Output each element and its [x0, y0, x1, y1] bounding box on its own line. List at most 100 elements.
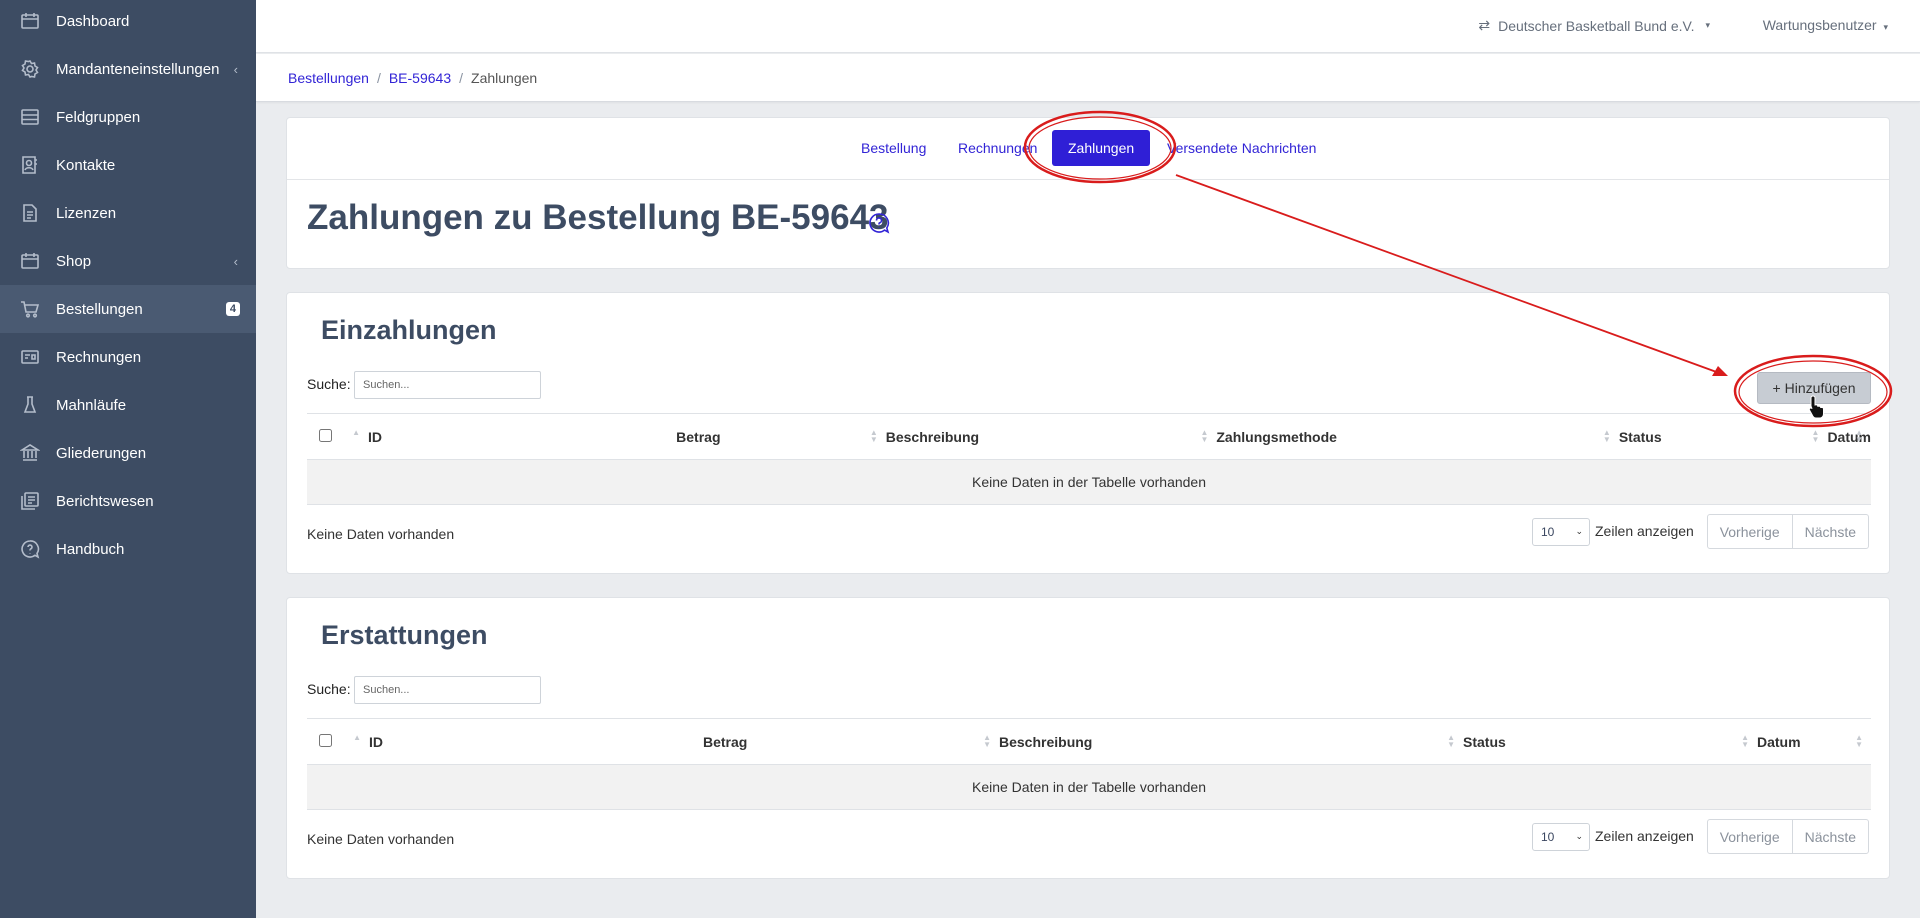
page-length-value: 10 [1541, 830, 1555, 844]
sidebar-item-feldgruppen[interactable]: Feldgruppen [0, 93, 256, 141]
sort-icon: ▲ ▼ [1855, 428, 1863, 444]
sidebar-item-label: Dashboard [56, 12, 130, 30]
column-label: ID [368, 428, 383, 445]
sidebar-item-label: Mahnläufe [56, 396, 127, 414]
cart-icon [20, 299, 40, 319]
column-header-datum[interactable]: Datum ▲ ▼ [1757, 718, 1871, 765]
empty-message: Keine Daten in der Tabelle vorhanden [307, 764, 1871, 810]
page-length-label: Zeilen anzeigen [1595, 828, 1694, 844]
page-length-select[interactable]: 10 ⌄ [1532, 823, 1590, 851]
header-card: Bestellung Rechnungen Zahlungen Versende… [286, 117, 1890, 269]
next-button[interactable]: Nächste [1791, 515, 1868, 548]
select-all-checkbox[interactable] [319, 733, 332, 747]
einzahlungen-table: ▲ ID Betrag ▲ ▼ Beschreibung ▲ ▼ Zahlungsmet… [307, 413, 1871, 505]
breadcrumb-separator: / [376, 70, 381, 86]
tab-bar: Bestellung Rechnungen Zahlungen Versende… [287, 118, 1889, 180]
select-all-checkbox[interactable] [319, 428, 332, 442]
sidebar-item-gliederungen[interactable]: Gliederungen [0, 429, 256, 477]
column-label: Zahlungsmethode [1216, 428, 1337, 445]
previous-button[interactable]: Vorherige [1708, 515, 1792, 548]
sidebar-item-label: Berichtswesen [56, 492, 154, 510]
sort-icon: ▲ ▼ [983, 733, 991, 749]
section-title-erstattungen: Erstattungen [321, 620, 488, 650]
sidebar-item-lizenzen[interactable]: Lizenzen [0, 189, 256, 237]
search-input[interactable] [354, 676, 541, 704]
user-name: Wartungsbenutzer [1762, 17, 1877, 33]
tab-rechnungen[interactable]: Rechnungen [958, 130, 1037, 166]
sidebar-item-mandanteneinstellungen[interactable]: Mandanteneinstellungen ‹ [0, 45, 256, 93]
column-label: Beschreibung [999, 733, 1093, 750]
count-badge: 4 [225, 302, 240, 316]
sidebar-item-rechnungen[interactable]: Rechnungen [0, 333, 256, 381]
column-header-beschreibung[interactable]: Beschreibung ▲ ▼ [885, 413, 1217, 460]
user-menu[interactable]: Wartungsbenutzer ▾ [1763, 17, 1888, 33]
breadcrumb-order[interactable]: BE-59643 [389, 70, 451, 86]
tenant-name: Deutscher Basketball Bund e.V. [1498, 17, 1695, 34]
column-header-beschreibung[interactable]: Beschreibung ▲ ▼ [999, 718, 1463, 765]
previous-button[interactable]: Vorherige [1708, 820, 1792, 853]
section-title-einzahlungen: Einzahlungen [321, 315, 497, 345]
sidebar-item-kontakte[interactable]: Kontakte [0, 141, 256, 189]
table-header-row: ▲ ID Betrag ▲ ▼ Beschreibung ▲ ▼ Status ▲ ▼ Da… [307, 718, 1871, 765]
sidebar-item-handbuch[interactable]: Handbuch [0, 525, 256, 573]
column-label: Datum [1827, 428, 1871, 445]
tenant-switcher[interactable]: ⇄ Deutscher Basketball Bund e.V. ▾ [1478, 17, 1710, 34]
tab-versendete-nachrichten[interactable]: Versendete Nachrichten [1167, 130, 1316, 166]
column-header-betrag[interactable]: Betrag ▲ ▼ [676, 413, 886, 460]
sort-icon[interactable]: ▲ [352, 429, 360, 437]
select-all-header: ▲ [307, 413, 369, 460]
sort-icon: ▲ ▼ [1741, 733, 1749, 749]
column-header-status[interactable]: Status ▲ ▼ [1618, 413, 1828, 460]
column-label: Status [1618, 428, 1662, 445]
table-info: Keine Daten vorhanden [307, 526, 455, 542]
add-button-label: Hinzufügen [1784, 380, 1856, 396]
tab-zahlungen[interactable]: Zahlungen [1052, 130, 1151, 166]
sidebar-item-label: Shop [56, 252, 92, 270]
top-bar: ⇄ Deutscher Basketball Bund e.V. ▾ Wartu… [256, 0, 1920, 53]
empty-message: Keine Daten in der Tabelle vorhanden [307, 459, 1871, 505]
add-button[interactable]: + Hinzufügen [1757, 372, 1871, 404]
page-length-select[interactable]: 10 ⌄ [1532, 518, 1590, 546]
help-icon [20, 539, 40, 559]
sidebar-item-label: Gliederungen [56, 444, 147, 462]
sort-icon[interactable]: ▲ [353, 734, 361, 742]
breadcrumb-current: Zahlungen [471, 70, 538, 86]
search-input[interactable] [354, 371, 541, 399]
caret-down-icon: ▾ [1883, 22, 1888, 32]
column-label: Betrag [703, 733, 748, 750]
column-header-id[interactable]: ID [368, 413, 677, 460]
sort-icon: ▲ ▼ [1200, 428, 1209, 444]
column-header-zahlungsmethode[interactable]: Zahlungsmethode ▲ ▼ [1216, 413, 1619, 460]
column-label: Beschreibung [885, 428, 980, 445]
next-button[interactable]: Nächste [1791, 820, 1868, 853]
table-info: Keine Daten vorhanden [307, 831, 455, 847]
column-label: Betrag [676, 428, 721, 445]
gear-icon [20, 59, 40, 79]
sort-icon: ▲ ▼ [1811, 428, 1820, 444]
search-label: Suche: [307, 681, 351, 697]
einzahlungen-card: Einzahlungen Suche: + Hinzufügen ▲ ID Be… [286, 292, 1890, 574]
sidebar-item-shop[interactable]: Shop ‹ [0, 237, 256, 285]
column-header-id[interactable]: ID [369, 718, 703, 765]
column-header-status[interactable]: Status ▲ ▼ [1463, 718, 1757, 765]
tab-bestellung[interactable]: Bestellung [861, 130, 926, 166]
sidebar-item-berichtswesen[interactable]: Berichtswesen [0, 477, 256, 525]
calendar-icon [20, 11, 40, 31]
page-length-value: 10 [1541, 525, 1555, 539]
sidebar-item-label: Kontakte [56, 156, 116, 174]
breadcrumb-bestellungen[interactable]: Bestellungen [288, 70, 369, 86]
sidebar-item-bestellungen[interactable]: Bestellungen 4 [0, 285, 256, 333]
sidebar-item-dashboard[interactable]: Dashboard [0, 0, 256, 45]
sidebar-item-label: Feldgruppen [56, 108, 141, 126]
bank-icon [19, 443, 41, 463]
pagination: Vorherige Nächste [1706, 819, 1869, 854]
sort-icon: ▲ ▼ [1855, 733, 1863, 749]
column-header-betrag[interactable]: Betrag ▲ ▼ [703, 718, 999, 765]
table-row: Keine Daten in der Tabelle vorhanden [307, 764, 1871, 810]
column-header-datum[interactable]: Datum ▲ ▼ [1827, 413, 1871, 460]
sidebar-item-label: Rechnungen [56, 348, 142, 366]
help-icon[interactable] [867, 211, 891, 235]
erstattungen-table: ▲ ID Betrag ▲ ▼ Beschreibung ▲ ▼ Status ▲ ▼ Da… [307, 718, 1871, 810]
erstattungen-card: Erstattungen Suche: ▲ ID Betrag ▲▼ Beschr… [286, 597, 1890, 879]
sidebar-item-mahnlaeufe[interactable]: Mahnläufe [0, 381, 256, 429]
